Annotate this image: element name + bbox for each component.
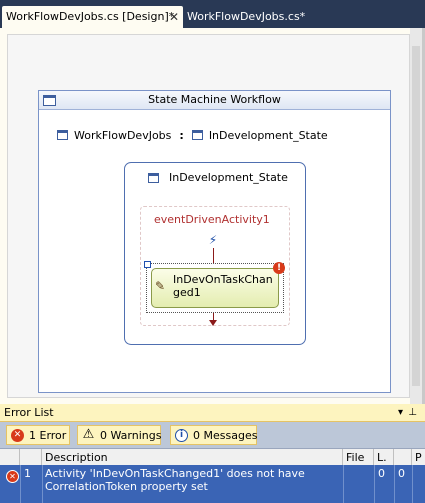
column-header-column[interactable] (394, 449, 412, 466)
close-tab-icon[interactable]: ✕ (169, 6, 179, 28)
scrollbar-thumb[interactable] (412, 46, 420, 386)
messages-filter-label: 0 Messages (193, 429, 258, 442)
state-header: InDevelopment_State (148, 171, 288, 184)
activity-icon: ✎ (155, 279, 166, 293)
errors-filter-button[interactable]: ✕ 1 Error (6, 425, 70, 445)
tab-design-label: WorkFlowDevJobs.cs [Design]* (6, 10, 175, 23)
column-divider (343, 465, 344, 503)
flow-arrow-head (209, 320, 217, 326)
state-icon (191, 130, 203, 140)
messages-filter-button[interactable]: i 0 Messages (170, 425, 257, 445)
warnings-filter-button[interactable]: ⚠ 0 Warnings (77, 425, 161, 445)
document-tab-strip: WorkFlowDevJobs.cs [Design]* ✕ WorkFlowD… (0, 0, 425, 28)
workflow-designer: State Machine Workflow WorkFlowDevJobs: I… (0, 28, 425, 404)
tab-code-view[interactable]: WorkFlowDevJobs.cs* (187, 6, 337, 28)
breadcrumb-separator: : (179, 129, 184, 142)
state-activity[interactable]: InDevelopment_State eventDrivenActivity1… (124, 162, 306, 345)
column-divider (394, 465, 395, 503)
info-icon: i (175, 429, 188, 442)
connector-line (213, 248, 214, 264)
workflow-title: State Machine Workflow (148, 93, 281, 106)
state-name: InDevelopment_State (169, 171, 288, 184)
column-header-description[interactable]: Description (42, 449, 343, 466)
activity-name: InDevOnTaskChanged1 (173, 273, 273, 299)
event-lightning-icon: ⚡ (208, 233, 218, 247)
tab-design-view[interactable]: WorkFlowDevJobs.cs [Design]* ✕ (2, 6, 183, 28)
event-driven-label: eventDrivenActivity1 (154, 213, 270, 226)
column-header-icon[interactable] (0, 449, 20, 466)
workflow-root-icon (57, 130, 68, 140)
column-header-project[interactable]: P (412, 449, 425, 466)
error-list-title-bar: Error List ▾ ⊥ (0, 404, 425, 422)
column-header-line[interactable]: L. (374, 449, 394, 466)
state-machine-workflow[interactable]: State Machine Workflow WorkFlowDevJobs: I… (38, 90, 391, 393)
row-line: 0 (378, 467, 385, 480)
error-icon: ✕ (11, 429, 24, 442)
breadcrumb-root[interactable]: WorkFlowDevJobs (74, 129, 171, 142)
column-divider (20, 465, 21, 503)
error-list-panel: Error List ▾ ⊥ ✕ 1 Error ⚠ 0 Warnings i … (0, 404, 425, 503)
breadcrumb: WorkFlowDevJobs: InDevelopment_State (57, 129, 328, 142)
error-list-title: Error List (4, 406, 54, 419)
selection-handle[interactable] (144, 261, 151, 268)
column-divider (42, 465, 43, 503)
tab-code-label: WorkFlowDevJobs.cs* (187, 10, 306, 23)
row-number: 1 (24, 467, 31, 480)
selection-frame: ✎ InDevOnTaskChanged1 ! (144, 261, 285, 313)
row-column: 0 (398, 467, 405, 480)
pin-icon[interactable]: ⊥ (408, 404, 417, 421)
column-header-file[interactable]: File (343, 449, 374, 466)
designer-vertical-scrollbar[interactable] (410, 28, 422, 404)
warning-icon: ⚠ (82, 427, 95, 442)
table-row[interactable]: ✕ 1 Activity 'InDevOnTaskChanged1' does … (0, 465, 425, 503)
workflow-header: State Machine Workflow (39, 91, 390, 110)
state-header-icon (148, 173, 159, 183)
errors-filter-label: 1 Error (29, 429, 67, 442)
workflow-icon (43, 95, 56, 106)
column-divider (412, 465, 413, 503)
column-divider (374, 465, 375, 503)
warnings-filter-label: 0 Warnings (100, 429, 162, 442)
error-list-toolbar: ✕ 1 Error ⚠ 0 Warnings i 0 Messages (0, 422, 425, 449)
error-icon: ✕ (6, 470, 19, 483)
breadcrumb-current[interactable]: InDevelopment_State (209, 129, 328, 142)
event-driven-activity[interactable]: eventDrivenActivity1 ⚡ ✎ InDevOnTaskChan… (140, 206, 290, 326)
handle-external-event-activity[interactable]: ✎ InDevOnTaskChanged1 (151, 268, 279, 308)
error-badge-icon[interactable]: ! (273, 262, 285, 274)
column-header-number[interactable] (20, 449, 42, 466)
row-description: Activity 'InDevOnTaskChanged1' does not … (45, 467, 305, 493)
panel-menu-icon[interactable]: ▾ (398, 404, 403, 421)
